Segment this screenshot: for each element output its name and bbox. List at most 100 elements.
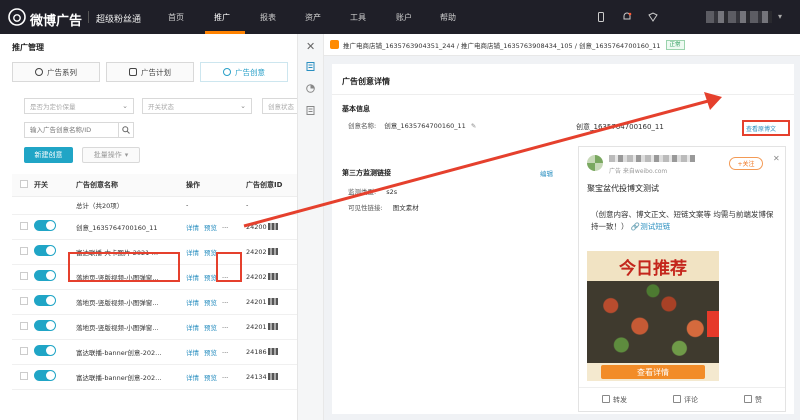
user-account-masked[interactable]: [706, 11, 772, 23]
row-creative-name[interactable]: 落地页-竖版视频-小图弹窗…: [76, 314, 186, 340]
like-action[interactable]: 赞: [744, 394, 762, 405]
nav-tools[interactable]: 工具: [350, 12, 366, 23]
comment-action[interactable]: 评论: [673, 394, 698, 405]
row-toggle[interactable]: [34, 345, 56, 356]
preview-link[interactable]: 预览: [204, 299, 217, 307]
more-icon[interactable]: ···: [222, 374, 228, 382]
more-icon[interactable]: ···: [222, 299, 228, 307]
annotation-highlight-preview: [216, 252, 242, 282]
nav-assets[interactable]: 资产: [305, 12, 321, 23]
row-creative-id: 24202: [246, 247, 267, 256]
shield-icon[interactable]: [648, 12, 658, 22]
edit-icon[interactable]: ✎: [471, 122, 476, 130]
row-checkbox[interactable]: [20, 221, 28, 230]
row-toggle[interactable]: [34, 370, 56, 381]
row-creative-id: 24186: [246, 347, 267, 356]
avatar: [587, 155, 603, 171]
detail-link[interactable]: 详情: [186, 324, 199, 332]
search-button[interactable]: [118, 123, 133, 137]
tab-campaign-series[interactable]: 广告系列: [12, 62, 100, 82]
follow-button[interactable]: +关注: [729, 157, 763, 170]
detail-link[interactable]: 详情: [186, 299, 199, 307]
new-creative-button[interactable]: 新建创意: [24, 147, 73, 163]
product-name[interactable]: 超级粉丝通: [96, 12, 141, 25]
row-toggle[interactable]: [34, 245, 56, 256]
close-icon[interactable]: ✕: [306, 40, 315, 53]
row-toggle[interactable]: [34, 295, 56, 306]
drawer-header: 推广电商店铺_1635763904351_244 / 推广电商店铺_163576…: [324, 34, 800, 56]
total-id: -: [246, 196, 297, 215]
top-navbar: 微博广告 超级粉丝通 首页 推广 报表 资产 工具 账户 帮助 ▾: [0, 0, 800, 34]
brand-logo-text[interactable]: 微博广告: [30, 10, 82, 29]
bid-type-select[interactable]: 是否为定价保量 ⌄: [24, 98, 134, 114]
view-details-button[interactable]: 查看详情: [601, 365, 705, 379]
preview-link[interactable]: 预览: [204, 374, 217, 382]
post-image[interactable]: 今日推荐 查看详情: [587, 251, 719, 381]
row-toggle[interactable]: [34, 320, 56, 331]
column-header-name[interactable]: 广告创意名称: [76, 174, 186, 197]
close-icon[interactable]: ✕: [773, 154, 780, 163]
comment-icon: [673, 394, 681, 403]
chevron-down-icon[interactable]: ▾: [778, 12, 782, 21]
batch-operation-button[interactable]: 批量操作 ▾: [82, 147, 140, 163]
repost-action[interactable]: 转发: [602, 394, 627, 405]
more-icon[interactable]: ···: [222, 349, 228, 357]
row-creative-name[interactable]: 落地页-竖版视频-小图弹窗…: [76, 289, 186, 315]
row-checkbox[interactable]: [20, 271, 28, 280]
switch-status-select[interactable]: 开关状态 ⌄: [142, 98, 252, 114]
row-creative-name[interactable]: 富达联播-banner创意-202…: [76, 339, 186, 365]
detail-link[interactable]: 详情: [186, 224, 199, 232]
row-checkbox[interactable]: [20, 296, 28, 305]
monitor-type-row: 监测类型: s2s: [348, 186, 397, 196]
row-checkbox[interactable]: [20, 371, 28, 380]
row-creative-id: 24201: [246, 297, 267, 306]
breadcrumb: 推广电商店铺_1635763904351_244 / 推广电商店铺_163576…: [343, 41, 661, 50]
post-actions: 转发 评论 赞: [579, 387, 785, 411]
nav-reports[interactable]: 报表: [260, 12, 276, 23]
document-icon[interactable]: [306, 62, 315, 71]
preview-link[interactable]: 预览: [204, 349, 217, 357]
preview-link[interactable]: 预览: [204, 324, 217, 332]
visible-link-label: 可见性链接:: [348, 204, 383, 212]
detail-link[interactable]: 详情: [186, 249, 199, 257]
chart-pie-icon[interactable]: [306, 84, 315, 93]
select-all-checkbox[interactable]: [20, 179, 28, 188]
tab-campaign-plan[interactable]: 广告计划: [106, 62, 194, 82]
preview-creative-name: 创意_1635764700160_11: [576, 123, 664, 131]
creative-status-select[interactable]: 创意状态: [262, 98, 297, 114]
detail-link[interactable]: 详情: [186, 374, 199, 382]
list-icon[interactable]: [306, 106, 315, 115]
view-original-post-link[interactable]: 查看原博文: [746, 124, 776, 133]
more-icon[interactable]: ···: [222, 224, 228, 232]
nav-help[interactable]: 帮助: [440, 12, 456, 23]
row-checkbox[interactable]: [20, 321, 28, 330]
more-icon[interactable]: ···: [222, 324, 228, 332]
row-checkbox[interactable]: [20, 346, 28, 355]
nav-promotion[interactable]: 推广: [214, 12, 230, 23]
repost-label: 转发: [613, 395, 627, 404]
tab-ad-creative[interactable]: 广告创意: [200, 62, 288, 82]
nav-account[interactable]: 账户: [396, 12, 412, 23]
row-creative-name[interactable]: 创意_1635764700160_11: [76, 214, 186, 240]
search-input[interactable]: [25, 123, 119, 137]
bell-icon[interactable]: [622, 12, 632, 22]
column-header-ops: 操作: [186, 174, 246, 197]
mobile-icon[interactable]: [596, 12, 606, 22]
row-checkbox[interactable]: [20, 246, 28, 255]
tab-label: 广告计划: [141, 67, 171, 77]
image-banner-text: 今日推荐: [587, 251, 719, 281]
preview-link[interactable]: 预览: [204, 224, 217, 232]
weibo-logo-icon: [8, 8, 26, 26]
detail-link[interactable]: 详情: [186, 349, 199, 357]
column-header-switch[interactable]: 开关: [34, 174, 76, 197]
test-short-link[interactable]: 测试短链: [640, 222, 670, 231]
post-source: 广告 来自weibo.com: [609, 168, 668, 175]
row-toggle[interactable]: [34, 270, 56, 281]
creative-name-label: 创意名称:: [348, 122, 377, 130]
nav-home[interactable]: 首页: [168, 12, 184, 23]
row-creative-name[interactable]: 富达联播-banner创意-202…: [76, 364, 186, 390]
column-header-id[interactable]: 广告创意ID: [246, 174, 297, 197]
edit-tracking-link[interactable]: 编辑: [540, 168, 553, 178]
row-toggle[interactable]: [34, 220, 56, 231]
detail-link[interactable]: 详情: [186, 274, 199, 282]
